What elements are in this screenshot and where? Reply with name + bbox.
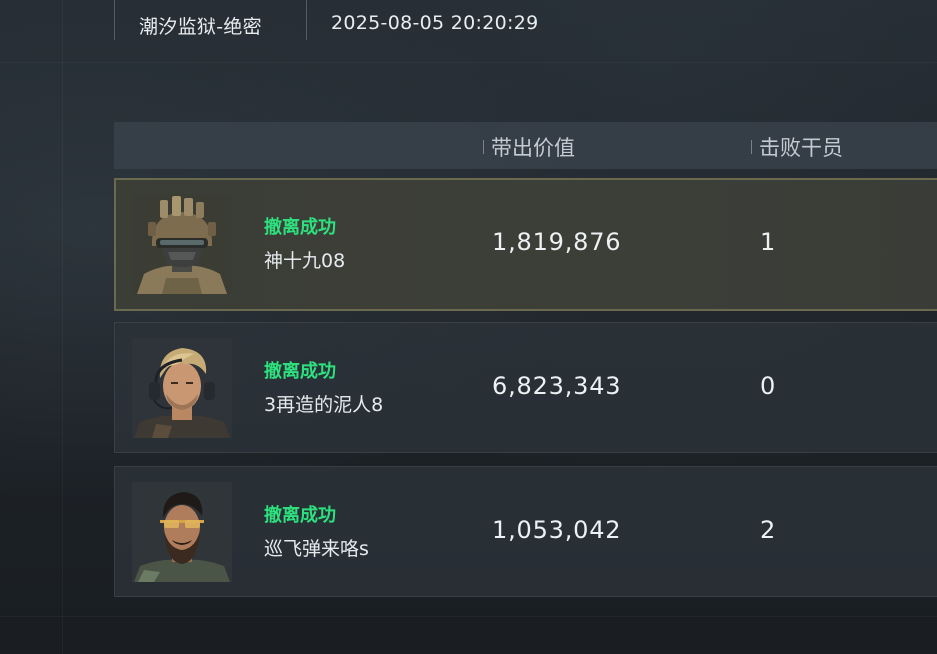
background-grid-line [0,616,937,617]
column-header-kills: 击败干员 [751,132,843,162]
map-name: 潮汐监狱-绝密 [139,16,262,38]
extracted-value: 6,823,343 [492,372,622,400]
operator-kills: 1 [760,228,776,256]
player-row[interactable]: 撤离成功 巡飞弹来咯s 1,053,042 2 [114,466,937,597]
player-name: 3再造的泥人8 [264,394,384,416]
player-name: 巡飞弹来咯s [264,538,369,560]
player-row[interactable]: 撤离成功 神十九08 1,819,876 1 [114,178,937,311]
match-time: 2025-08-05 20:20:29 [331,12,539,34]
match-result-screen: 潮汐监狱-绝密 2025-08-05 20:20:29 带出价值 击败干员 撤离… [0,0,937,654]
blonde-headset-operator-portrait-icon [132,338,232,438]
extraction-status: 撤离成功 [264,361,336,382]
time-info: 2025-08-05 20:20:29 [306,0,607,40]
extraction-status: 撤离成功 [264,217,336,238]
extraction-status: 撤离成功 [264,505,336,526]
column-header-value: 带出价值 [483,132,575,162]
helmet-operator-portrait-icon [132,194,232,294]
operator-kills: 0 [760,372,776,400]
operator-kills: 2 [760,516,776,544]
map-info: 潮汐监狱-绝密 [114,0,307,40]
table-header: 带出价值 击败干员 [114,122,937,169]
bearded-glasses-operator-portrait-icon [132,482,232,582]
player-name: 神十九08 [264,250,346,272]
extracted-value: 1,053,042 [492,516,622,544]
extracted-value: 1,819,876 [492,228,622,256]
background-grid-line [62,0,63,654]
player-row[interactable]: 撤离成功 3再造的泥人8 6,823,343 0 [114,322,937,453]
background-grid-line [0,62,937,63]
